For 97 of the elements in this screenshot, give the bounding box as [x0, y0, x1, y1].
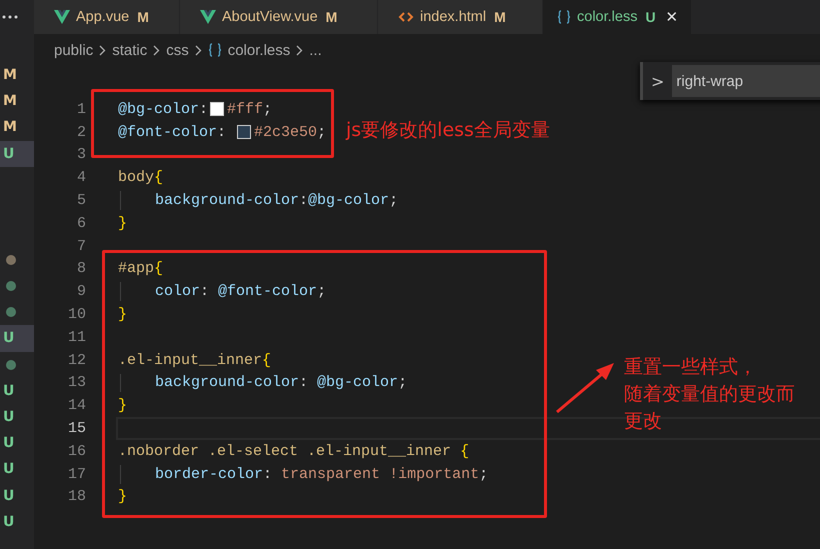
git-status-letter: M [3, 119, 17, 136]
line-number: 9 [76, 283, 86, 300]
annotation-note: js要修改的less全局变量 [346, 118, 550, 143]
git-status-letter: U [3, 408, 14, 425]
git-status-letter: U [3, 514, 14, 530]
breadcrumb-item[interactable]: css [166, 42, 189, 58]
git-status-letter: M [3, 67, 17, 84]
code-token: ; [317, 124, 326, 141]
git-status-letter: U [645, 9, 656, 25]
line-number: 4 [76, 169, 86, 186]
line-number: 7 [76, 238, 86, 255]
line-number: 16 [66, 442, 86, 460]
code-token: .noborder .el-select .el-input__inner [118, 442, 452, 460]
editor-tab[interactable]: index.html M [378, 0, 543, 34]
code-token: body [118, 169, 154, 186]
annotation-note: 随着变量值的更改而更改 [624, 382, 796, 434]
code-token: @font-color [218, 283, 318, 300]
git-status-letter: U [3, 330, 14, 346]
code-token: ; [398, 374, 408, 392]
code-token: #fff [227, 100, 264, 118]
line-number: 8 [76, 260, 86, 278]
chevron-icon [99, 44, 106, 56]
code-icon [398, 11, 414, 23]
code-token: { [154, 260, 164, 278]
code-token: border-color [155, 466, 264, 483]
code-token: background-color [155, 374, 300, 392]
git-status-letter: U [3, 488, 14, 504]
code-token: { [460, 442, 470, 460]
editor-tab[interactable]: color.less U ✕ [543, 0, 692, 34]
line-number: 5 [76, 192, 86, 210]
color-swatch[interactable] [237, 125, 252, 140]
breadcrumb-item[interactable]: static [112, 42, 148, 58]
code-token: ; [389, 192, 398, 210]
close-icon[interactable]: ✕ [666, 8, 679, 26]
expand-toggle[interactable]: > [649, 72, 666, 90]
code-token: } [118, 214, 128, 232]
git-status-letter: U [3, 435, 14, 452]
line-number: 15 [66, 420, 86, 438]
chevron-icon [296, 44, 304, 56]
breadcrumb-item[interactable]: color.less [228, 42, 290, 58]
line-number: 14 [66, 397, 86, 414]
git-status-letter: M [494, 9, 506, 25]
code-token: @bg-color [317, 374, 398, 392]
code-token: ; [317, 283, 326, 300]
code-token: : [299, 374, 310, 392]
code-token: ; [479, 466, 488, 483]
line-number: 13 [66, 374, 86, 392]
line-number: 17 [66, 466, 86, 483]
code-token: : [217, 124, 228, 141]
code-token: : [199, 100, 208, 118]
line-number: 1 [76, 100, 86, 118]
v-shape-icon [54, 10, 70, 24]
breadcrumb-item[interactable]: ... [309, 42, 322, 58]
code-token: { [262, 352, 272, 369]
editor-tab[interactable]: AboutView.vue M [180, 0, 378, 34]
find-input[interactable]: right-wrap [672, 65, 820, 97]
code-token: ; [263, 100, 272, 118]
annotation-arrow [554, 360, 616, 415]
code-token: .el-input__inner [118, 352, 262, 369]
code-token: color [155, 283, 200, 300]
code-token: @bg-color [308, 192, 390, 210]
git-status-letter: U [3, 382, 14, 399]
code-token: } [118, 488, 128, 506]
code-token: #2c3e50 [254, 124, 318, 141]
more-icon[interactable] [2, 15, 18, 19]
line-number: 11 [66, 328, 86, 346]
editor-tab[interactable]: App.vue M [34, 0, 180, 34]
git-status-letter: U [3, 146, 14, 162]
line-number: 10 [66, 306, 86, 324]
code-token: } [118, 397, 128, 414]
code-token: } [118, 306, 128, 324]
code-token: #app [118, 260, 154, 278]
chevron-icon [153, 44, 160, 56]
git-status-letter: U [3, 461, 14, 478]
line-number: 18 [66, 488, 86, 506]
git-status-letter: M [326, 9, 338, 25]
code-token: : [200, 283, 210, 300]
git-status-letter: M [3, 93, 17, 110]
code-token: background-color [155, 192, 300, 210]
line-number: 12 [66, 352, 86, 369]
color-swatch[interactable] [210, 102, 224, 116]
braces-icon [557, 10, 571, 24]
code-token: @font-color [118, 124, 218, 141]
breadcrumb-item[interactable]: public [54, 42, 94, 58]
code-token: : [299, 192, 308, 210]
line-number: 3 [76, 146, 86, 164]
line-number: 6 [76, 214, 86, 232]
code-token: : [263, 466, 274, 483]
code-token: transparent !important [281, 466, 480, 483]
git-status-letter: M [137, 9, 149, 25]
v-shape-icon [200, 10, 216, 24]
line-number: 2 [76, 124, 86, 141]
code-token: { [154, 169, 164, 186]
annotation-note: 重置一些样式， [624, 355, 757, 380]
braces-icon [208, 43, 222, 57]
chevron-icon [194, 44, 202, 56]
code-token: @bg-color [118, 100, 200, 118]
